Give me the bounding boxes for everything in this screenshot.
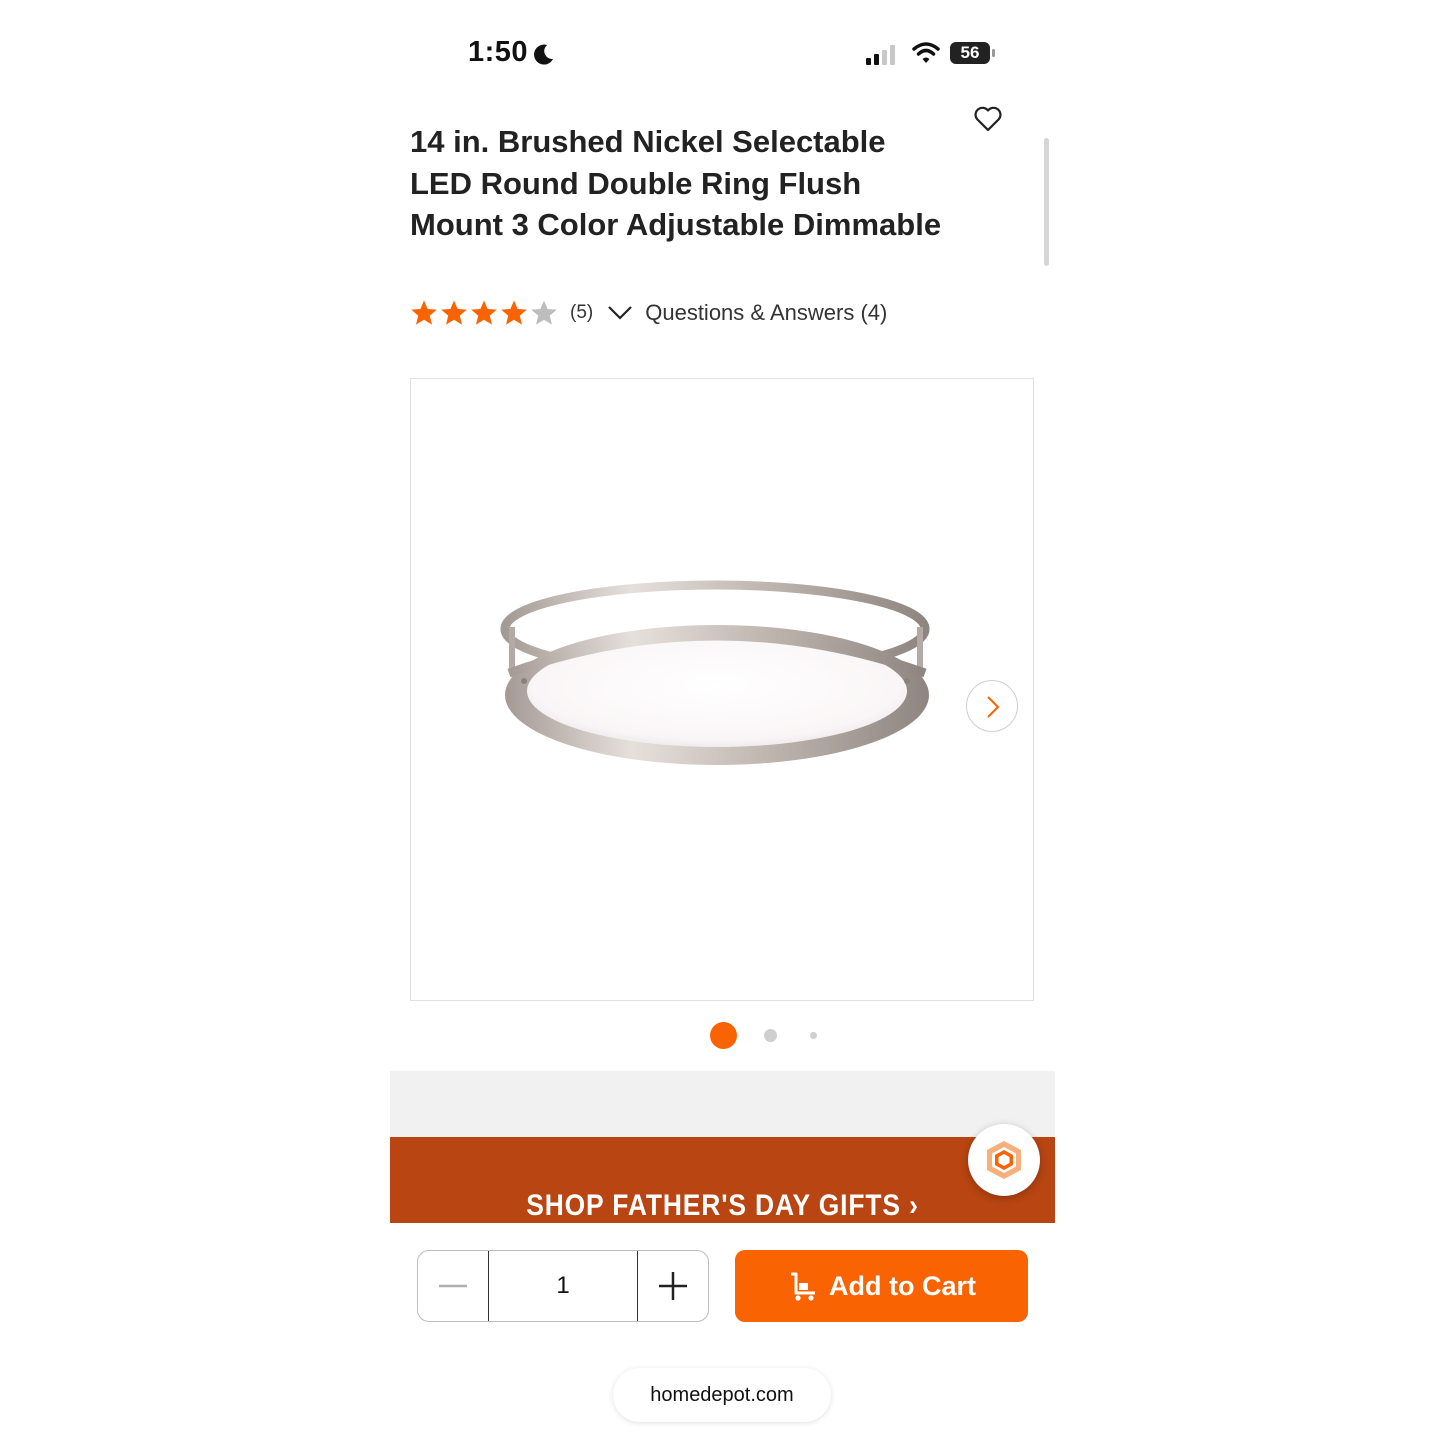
phone-screen: 1:50 56 14 in. Brushed Nickel Selectable… [390, 0, 1055, 1445]
battery-cap [992, 49, 995, 57]
moon-icon [534, 44, 553, 65]
decrease-quantity-button[interactable] [418, 1251, 488, 1321]
scrollbar[interactable] [1044, 138, 1049, 266]
next-image-button[interactable] [966, 680, 1018, 732]
star-icon [441, 300, 467, 325]
add-to-cart-label: Add to Cart [829, 1270, 976, 1301]
star-icon [501, 300, 527, 325]
chevron-down-icon[interactable] [607, 303, 633, 323]
signal-icon [866, 45, 895, 65]
carousel-dot-active[interactable] [710, 1022, 737, 1049]
rating-row: (5) Questions & Answers (4) [410, 296, 887, 330]
product-image[interactable] [497, 569, 937, 809]
battery-indicator: 56 [950, 42, 990, 64]
chevron-right-icon [987, 696, 1000, 718]
product-title: 14 in. Brushed Nickel Selectable LED Rou… [410, 124, 942, 242]
increase-quantity-button[interactable] [638, 1251, 708, 1321]
star-rating[interactable] [410, 299, 560, 327]
star-icon [471, 300, 497, 325]
heart-icon[interactable] [973, 104, 1003, 134]
quantity-input[interactable]: 1 [488, 1251, 638, 1321]
add-to-cart-button[interactable]: Add to Cart [735, 1250, 1028, 1322]
product-image-gallery[interactable] [410, 378, 1034, 1001]
status-time: 1:50 [468, 36, 529, 68]
wifi-icon [912, 42, 940, 63]
star-icon [531, 300, 557, 325]
carousel-dot[interactable] [764, 1029, 777, 1042]
chat-button[interactable] [968, 1124, 1040, 1196]
section-divider [390, 1071, 1055, 1137]
browser-url-bar[interactable]: homedepot.com [613, 1368, 831, 1422]
promo-banner[interactable]: SHOP FATHER'S DAY GIFTS › [390, 1137, 1055, 1223]
review-count[interactable]: (5) [570, 302, 593, 324]
carousel-dot[interactable] [810, 1032, 817, 1039]
chat-icon [987, 1141, 1021, 1179]
star-icon [411, 300, 437, 325]
cart-icon [791, 1272, 815, 1301]
minus-icon [439, 1284, 467, 1288]
quantity-stepper: 1 [417, 1250, 709, 1322]
questions-answers-link[interactable]: Questions & Answers (4) [645, 300, 887, 326]
plus-icon [659, 1272, 687, 1300]
promo-banner-text: SHOP FATHER'S DAY GIFTS › [526, 1189, 919, 1222]
